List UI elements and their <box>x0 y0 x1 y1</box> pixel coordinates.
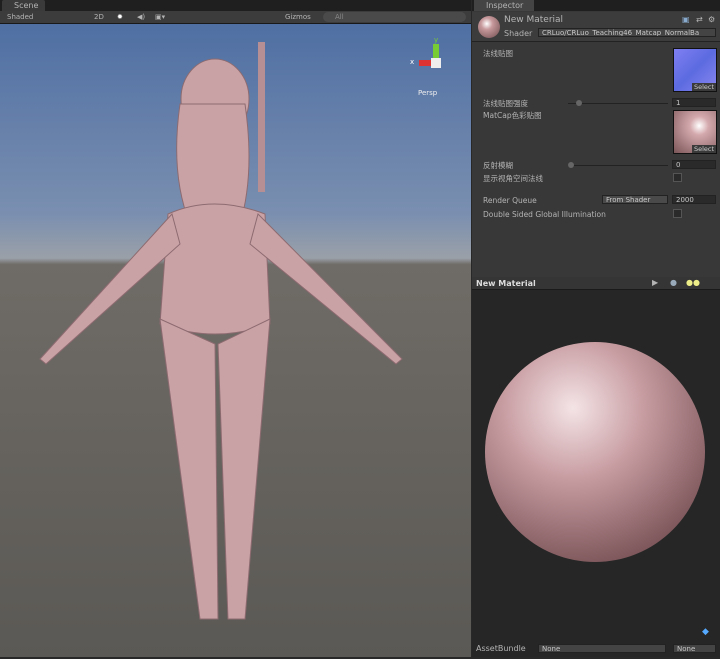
2d-toggle[interactable]: 2D <box>94 13 104 21</box>
tab-inspector[interactable]: Inspector <box>474 0 534 11</box>
view-normal-checkbox[interactable] <box>673 173 682 182</box>
tab-scene[interactable]: Scene <box>2 0 45 11</box>
preview-sphere <box>485 342 705 562</box>
normal-strength-field[interactable]: 1 <box>672 98 716 107</box>
material-preview[interactable]: New Material ▶ ● ●● ◆ AssetBundle None N… <box>472 277 720 657</box>
character-model <box>39 42 403 620</box>
asset-bundle-dropdown[interactable]: None <box>538 644 666 653</box>
audio-toggle-icon[interactable]: ◀) <box>137 13 145 21</box>
normal-strength-slider[interactable] <box>568 100 668 106</box>
reflection-slider[interactable] <box>568 162 668 168</box>
asset-variant-dropdown[interactable]: None <box>673 644 716 653</box>
help-icon[interactable]: ▣ <box>682 15 690 24</box>
material-name: New Material <box>504 15 564 25</box>
material-thumbnail <box>478 16 500 38</box>
orientation-gizmo[interactable]: y x <box>410 36 460 94</box>
normal-map-slot[interactable]: Select <box>673 48 717 92</box>
preset-icon[interactable]: ⇄ <box>696 15 703 24</box>
effects-toggle-icon[interactable]: ▣▾ <box>155 13 165 21</box>
dsgi-checkbox[interactable] <box>673 209 682 218</box>
render-queue-field[interactable]: 2000 <box>672 195 716 204</box>
reflection-field[interactable]: 0 <box>672 160 716 169</box>
light-icon[interactable]: ●● <box>686 278 700 287</box>
inspector-panel: Inspector New Material Shader CRLuo/CRLu… <box>472 0 720 657</box>
shader-dropdown[interactable]: CRLuo/CRLuo_Teaching46_Matcap_NormalBa <box>538 28 716 37</box>
render-queue-dropdown[interactable]: From Shader <box>602 195 668 204</box>
scene-panel: Scene Shaded 2D ✹ ◀) ▣▾ Gizmos All y x P… <box>0 0 471 657</box>
play-icon[interactable]: ▶ <box>652 278 658 287</box>
search-input[interactable]: All <box>323 12 466 22</box>
lighting-toggle-icon[interactable]: ✹ <box>117 13 123 21</box>
sphere-icon[interactable]: ● <box>670 278 677 287</box>
tag-icon[interactable]: ◆ <box>702 627 709 637</box>
gear-icon[interactable]: ⚙ <box>708 15 715 24</box>
persp-label[interactable]: Persp <box>418 89 437 97</box>
gizmos-dropdown[interactable]: Gizmos <box>285 13 311 21</box>
matcap-slot[interactable]: Select <box>673 110 717 154</box>
scene-viewport[interactable]: y x Persp <box>0 24 471 657</box>
shading-dropdown[interactable]: Shaded <box>7 13 33 21</box>
scene-toolbar: Shaded 2D ✹ ◀) ▣▾ Gizmos All <box>0 11 471 24</box>
